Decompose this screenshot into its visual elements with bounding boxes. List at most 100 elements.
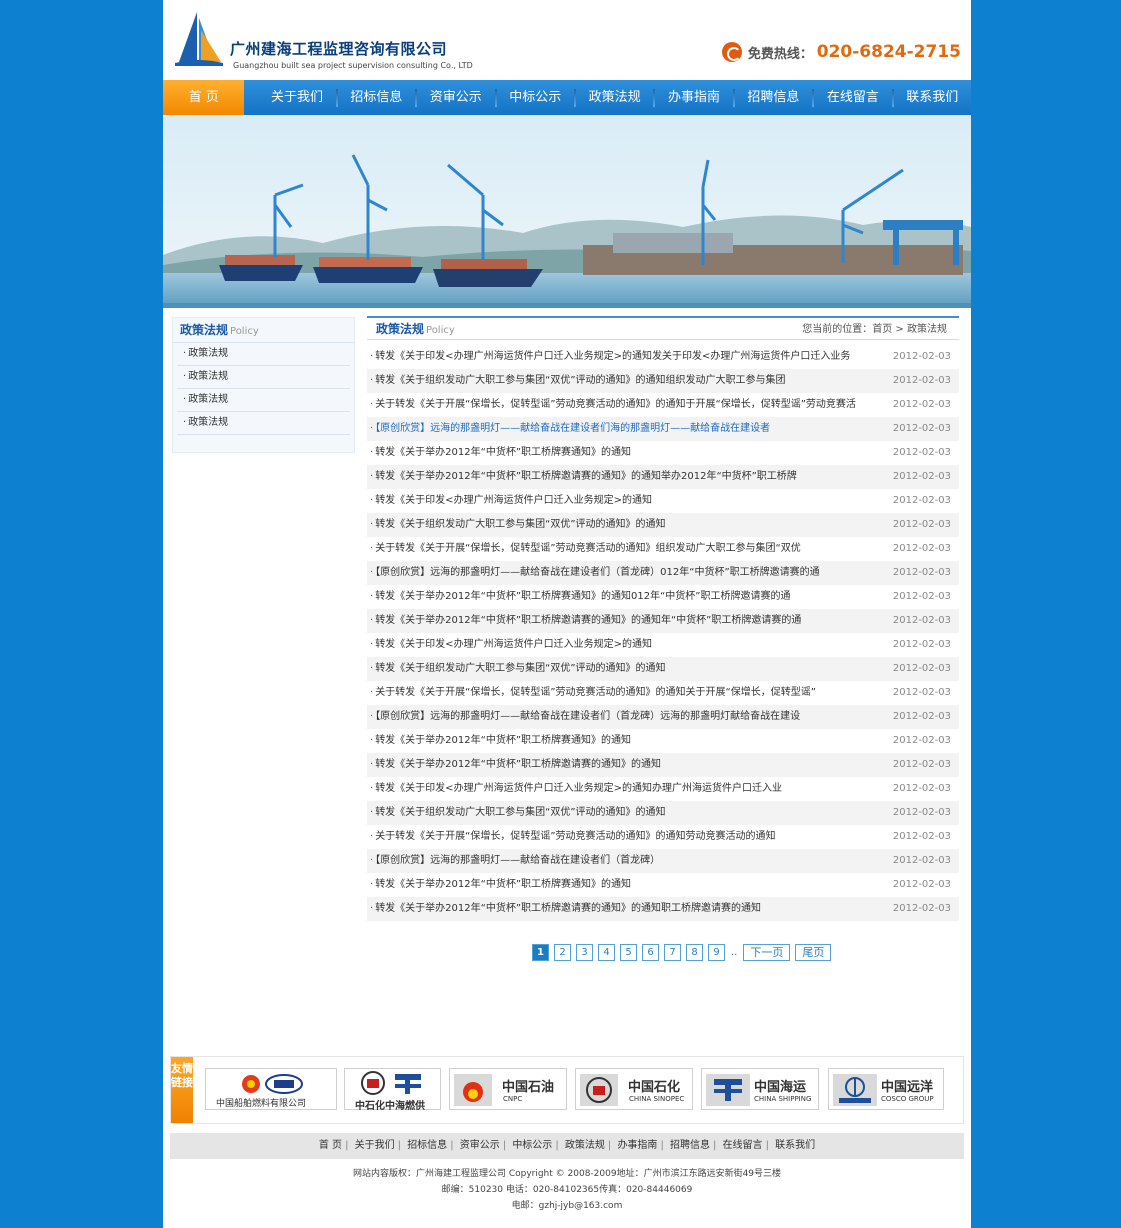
page-link-4[interactable]: 4 [598, 944, 615, 961]
footer-link[interactable]: 在线留言 [723, 1140, 763, 1151]
article-row[interactable]: · 转发《关于组织发动广大职工参与集团“双优”评动的通知》的通知 2012-02-0… [367, 657, 959, 681]
footer-link[interactable]: 办事指南 [617, 1140, 657, 1151]
page-link-7[interactable]: 7 [664, 944, 681, 961]
article-title-link[interactable]: 关于转发《关于开展“保增长，促转型谣”劳动竞赛活动的通知》组织发动广大职工参与集… [375, 543, 801, 554]
partner-logo-sinopec-fuel[interactable]: 中石化中海燃供 [344, 1068, 441, 1112]
article-title-link[interactable]: 【原创欣赏】远海的那盏明灯——献给奋战在建设者们（首龙碑）012年“中货杯”职工… [375, 567, 819, 578]
next-page-button[interactable]: 下一页 [743, 944, 791, 961]
sidebar-item-policy[interactable]: 政策法规 [177, 366, 350, 389]
article-title-link[interactable]: 转发《关于组织发动广大职工参与集团“双优”评动的通知》的通知组织发动广大职工参与… [375, 375, 785, 386]
article-row[interactable]: · 关于转发《关于开展“保增长，促转型谣”劳动竞赛活动的通知》的通知劳动竞赛活动的… [367, 825, 959, 849]
footer-link[interactable]: 联系我们 [775, 1140, 815, 1151]
article-title-link[interactable]: 转发《关于举办2012年“中货杯”职工桥牌赛通知》的通知 [375, 735, 631, 746]
article-row[interactable]: · 转发《关于印发<办理广州海运货件户口迁入业务规定>的通知 2012-02-03 [367, 489, 959, 513]
partner-name: 中石化中海燃供 [355, 1101, 425, 1112]
page-link-2[interactable]: 2 [554, 944, 571, 961]
page-link-1[interactable]: 1 [532, 944, 549, 961]
article-row[interactable]: · 【原创欣赏】远海的那盏明灯——献给奋战在建设者们（首龙碑）012年“中货杯”职… [367, 561, 959, 585]
article-row[interactable]: · 【原创欣赏】远海的那盏明灯——献给奋战在建设者们（首龙碑）远海的那盏明灯献给奋… [367, 705, 959, 729]
partner-logo-cnpc[interactable]: 中国石油 CNPC [449, 1068, 567, 1110]
footer-link[interactable]: 政策法规 [565, 1140, 605, 1151]
article-title-link[interactable]: 转发《关于印发<办理广州海运货件户口迁入业务规定>的通知 [375, 495, 652, 506]
footer-link[interactable]: 首 页 [319, 1140, 342, 1151]
article-title-link[interactable]: 转发《关于印发<办理广州海运货件户口迁入业务规定>的通知发关于印发<办理广州海运… [375, 351, 850, 362]
nav-item-contact[interactable]: 联系我们 [894, 80, 971, 115]
article-row[interactable]: · 转发《关于举办2012年“中货杯”职工桥牌赛通知》的通知 2012-02-03 [367, 441, 959, 465]
article-title-link[interactable]: 转发《关于组织发动广大职工参与集团“双优”评动的通知》的通知 [375, 519, 665, 530]
article-title-link[interactable]: 转发《关于印发<办理广州海运货件户口迁入业务规定>的通知办理广州海运货件户口迁入… [375, 783, 782, 794]
nav-item-qualification[interactable]: 资审公示 [417, 80, 494, 115]
article-row[interactable]: · 转发《关于举办2012年“中货杯”职工桥牌赛通知》的通知 2012-02-03 [367, 873, 959, 897]
footer-link[interactable]: 招标信息 [407, 1140, 447, 1151]
article-date: 2012-02-03 [892, 519, 951, 530]
page-link-6[interactable]: 6 [642, 944, 659, 961]
article-row[interactable]: · 【原创欣赏】远海的那盏明灯——献给奋战在建设者们海的那盏明灯——献给奋战在建设… [367, 417, 959, 441]
article-title-link[interactable]: 转发《关于举办2012年“中货杯”职工桥牌邀请赛的通知》的通知 [375, 759, 661, 770]
pager-ellipsis: .. [731, 947, 738, 958]
page-link-3[interactable]: 3 [576, 944, 593, 961]
article-title-link[interactable]: 转发《关于举办2012年“中货杯”职工桥牌邀请赛的通知》的通知举办2012年“中… [375, 471, 797, 482]
article-title-link[interactable]: 转发《关于举办2012年“中货杯”职工桥牌邀请赛的通知》的通知年“中货杯”职工桥… [375, 615, 801, 626]
hotline-number: 020-6824-2715 [816, 42, 961, 62]
nav-item-award[interactable]: 中标公示 [497, 80, 574, 115]
article-title-link[interactable]: 转发《关于组织发动广大职工参与集团“双优”评动的通知》的通知 [375, 663, 665, 674]
footer-link[interactable]: 关于我们 [355, 1140, 395, 1151]
article-row[interactable]: · 关于转发《关于开展“保增长，促转型谣”劳动竞赛活动的通知》组织发动广大职工参与… [367, 537, 959, 561]
logo[interactable]: 广州建海工程监理咨询有限公司 Guangzhou built sea proje… [175, 8, 475, 70]
article-row[interactable]: · 转发《关于组织发动广大职工参与集团“双优”评动的通知》的通知组织发动广大职工参… [367, 369, 959, 393]
article-title-link[interactable]: 转发《关于组织发动广大职工参与集团“双优”评动的通知》的通知 [375, 807, 665, 818]
sidebar-item-policy[interactable]: 政策法规 [177, 343, 350, 366]
sidebar-item-policy[interactable]: 政策法规 [177, 389, 350, 412]
article-row[interactable]: · 转发《关于印发<办理广州海运货件户口迁入业务规定>的通知办理广州海运货件户口迁… [367, 777, 959, 801]
article-row[interactable]: · 转发《关于举办2012年“中货杯”职工桥牌邀请赛的通知》的通知 2012-02-… [367, 753, 959, 777]
article-row[interactable]: · 转发《关于举办2012年“中货杯”职工桥牌邀请赛的通知》的通知年“中货杯”职工… [367, 609, 959, 633]
page-link-5[interactable]: 5 [620, 944, 637, 961]
sidebar-item-policy[interactable]: 政策法规 [177, 412, 350, 435]
article-title-link[interactable]: 转发《关于举办2012年“中货杯”职工桥牌邀请赛的通知》的通知职工桥牌邀请赛的通… [375, 903, 761, 914]
article-row[interactable]: · 关于转发《关于开展“保增长，促转型谣”劳动竞赛活动的通知》的通知关于开展“保增… [367, 681, 959, 705]
partner-logo-sinopec[interactable]: 中国石化 CHINA SINOPEC [575, 1068, 693, 1110]
nav-item-message[interactable]: 在线留言 [814, 80, 891, 115]
footer-link[interactable]: 招聘信息 [670, 1140, 710, 1151]
article-row[interactable]: · 转发《关于组织发动广大职工参与集团“双优”评动的通知》的通知 2012-02-0… [367, 801, 959, 825]
nav-item-guide[interactable]: 办事指南 [655, 80, 732, 115]
article-title-link[interactable]: 转发《关于举办2012年“中货杯”职工桥牌赛通知》的通知012年“中货杯”职工桥… [375, 591, 790, 602]
partner-logo-ship-fuel[interactable]: 中国船舶燃料有限公司 [205, 1068, 337, 1110]
article-row[interactable]: · 转发《关于举办2012年“中货杯”职工桥牌赛通知》的通知 2012-02-03 [367, 729, 959, 753]
bullet-icon: · [370, 639, 374, 650]
article-title-link[interactable]: 关于转发《关于开展“保增长，促转型谣”劳动竞赛活动的通知》的通知于开展“保增长，… [375, 399, 856, 410]
article-title-link[interactable]: 转发《关于印发<办理广州海运货件户口迁入业务规定>的通知 [375, 639, 652, 650]
article-row[interactable]: · 转发《关于举办2012年“中货杯”职工桥牌邀请赛的通知》的通知职工桥牌邀请赛的… [367, 897, 959, 921]
article-title-link[interactable]: 关于转发《关于开展“保增长，促转型谣”劳动竞赛活动的通知》的通知关于开展“保增长… [375, 687, 816, 698]
bullet-icon: · [370, 687, 374, 698]
bullet-icon: · [370, 903, 374, 914]
article-row[interactable]: · 【原创欣赏】远海的那盏明灯——献给奋战在建设者们（首龙碑） 2012-02-03 [367, 849, 959, 873]
last-page-button[interactable]: 尾页 [795, 944, 832, 961]
article-row[interactable]: · 转发《关于印发<办理广州海运货件户口迁入业务规定>的通知发关于印发<办理广州海… [367, 345, 959, 369]
nav-item-policy[interactable]: 政策法规 [576, 80, 653, 115]
article-title-link[interactable]: 转发《关于举办2012年“中货杯”职工桥牌赛通知》的通知 [375, 879, 631, 890]
page-link-9[interactable]: 9 [708, 944, 725, 961]
article-title-link[interactable]: 关于转发《关于开展“保增长，促转型谣”劳动竞赛活动的通知》的通知劳动竞赛活动的通… [375, 831, 775, 842]
footer-link[interactable]: 资审公示 [460, 1140, 500, 1151]
article-title-link[interactable]: 【原创欣赏】远海的那盏明灯——献给奋战在建设者们海的那盏明灯——献给奋战在建设者 [375, 423, 770, 434]
footer-link[interactable]: 中标公示 [512, 1140, 552, 1151]
article-title-link[interactable]: 【原创欣赏】远海的那盏明灯——献给奋战在建设者们（首龙碑）远海的那盏明灯献给奋战… [375, 711, 800, 722]
nav-item-jobs[interactable]: 招聘信息 [735, 80, 812, 115]
phone-icon [722, 42, 743, 62]
article-row[interactable]: · 转发《关于组织发动广大职工参与集团“双优”评动的通知》的通知 2012-02-0… [367, 513, 959, 537]
partner-logo-cosco[interactable]: 中国远洋 COSCO GROUP [828, 1068, 944, 1110]
nav-item-about[interactable]: 关于我们 [258, 80, 335, 115]
article-title-link[interactable]: 【原创欣赏】远海的那盏明灯——献给奋战在建设者们（首龙碑） [375, 855, 660, 866]
bullet-icon: · [370, 711, 374, 722]
article-title-link[interactable]: 转发《关于举办2012年“中货杯”职工桥牌赛通知》的通知 [375, 447, 631, 458]
nav-item-home[interactable]: 首 页 [163, 80, 245, 115]
article-row[interactable]: · 转发《关于印发<办理广州海运货件户口迁入业务规定>的通知 2012-02-03 [367, 633, 959, 657]
article-row[interactable]: · 转发《关于举办2012年“中货杯”职工桥牌邀请赛的通知》的通知举办2012年“… [367, 465, 959, 489]
company-name-cn: 广州建海工程监理咨询有限公司 [230, 40, 448, 58]
nav-item-tender[interactable]: 招标信息 [338, 80, 415, 115]
page-link-8[interactable]: 8 [686, 944, 703, 961]
partner-logo-china-shipping[interactable]: 中国海运 CHINA SHIPPING [701, 1068, 819, 1110]
article-row[interactable]: · 转发《关于举办2012年“中货杯”职工桥牌赛通知》的通知012年“中货杯”职工… [367, 585, 959, 609]
article-row[interactable]: · 关于转发《关于开展“保增长，促转型谣”劳动竞赛活动的通知》的通知于开展“保增长… [367, 393, 959, 417]
